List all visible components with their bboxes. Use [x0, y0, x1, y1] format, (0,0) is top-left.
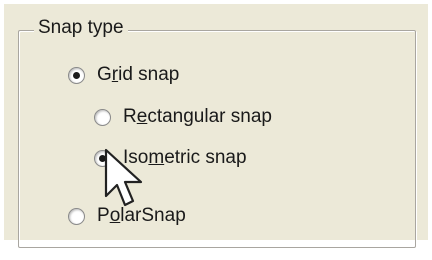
screenshot-frame: Snap type Grid snap Rectangular snap Iso…: [0, 0, 432, 260]
mouse-pointer-arrow-icon: [104, 148, 143, 207]
rectangular-snap-label: Rectangular snap: [123, 106, 272, 127]
groupbox-title: Snap type: [34, 17, 128, 39]
grid-snap-radio[interactable]: [68, 66, 85, 84]
grid-snap-option[interactable]: Grid snap: [68, 61, 179, 89]
polar-snap-radio[interactable]: [68, 207, 85, 225]
rectangular-snap-radio[interactable]: [94, 108, 111, 126]
grid-snap-label: Grid snap: [97, 64, 180, 85]
rectangular-snap-option[interactable]: Rectangular snap: [94, 103, 272, 131]
